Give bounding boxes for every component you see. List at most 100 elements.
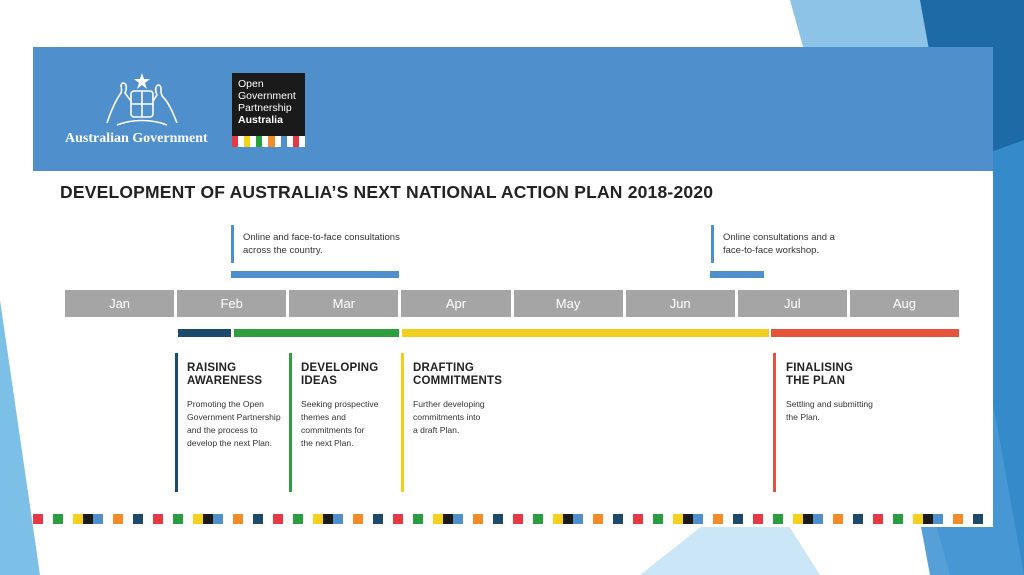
stripe-segment	[873, 514, 883, 524]
stripe-segment	[633, 514, 643, 524]
stripe-segment	[593, 514, 603, 524]
stripe-segment	[293, 514, 303, 524]
stripe-segment	[883, 514, 893, 524]
stripe-segment	[373, 514, 383, 524]
phase-bar-raising-awareness	[178, 329, 231, 337]
stripe-segment	[673, 514, 683, 524]
phase-description: Settling and submitting the Plan.	[786, 399, 873, 422]
star-icon	[134, 73, 150, 89]
stripe-segment	[313, 514, 323, 524]
stripe-segment	[413, 514, 423, 524]
stripe-segment	[763, 514, 773, 524]
stripe-segment	[853, 514, 863, 524]
stripe-segment	[563, 514, 573, 524]
stripe-segment	[453, 514, 463, 524]
stripe-segment	[713, 514, 723, 524]
stripe-segment	[213, 514, 223, 524]
stripe-segment	[353, 514, 363, 524]
stripe-segment	[183, 514, 193, 524]
consultation-period-bar	[231, 271, 399, 278]
stripe-segment	[843, 514, 853, 524]
stripe-segment	[203, 514, 213, 524]
phase-bar-drafting-commitments	[402, 329, 769, 337]
phase-bar-finalising-plan	[771, 329, 959, 337]
stripe-segment	[573, 514, 583, 524]
stripe-segment	[443, 514, 453, 524]
stripe-segment	[33, 514, 43, 524]
stripe-segment	[963, 514, 973, 524]
phase-title: DEVELOPING IDEAS	[301, 362, 379, 387]
stripe-segment	[493, 514, 503, 524]
stripe-segment	[773, 514, 783, 524]
stripe-segment	[663, 514, 673, 524]
stripe-segment	[723, 514, 733, 524]
stripe-segment	[933, 514, 943, 524]
consultation-note-marker	[711, 225, 714, 263]
stripe-segment	[298, 136, 305, 147]
stripe-segment	[913, 514, 923, 524]
coat-of-arms-icon	[106, 73, 178, 126]
stripe-segment	[53, 514, 63, 524]
stripe-segment	[603, 514, 613, 524]
stripe-segment	[523, 514, 533, 524]
stripe-segment	[223, 514, 233, 524]
month-cell: Jan	[65, 290, 175, 317]
stripe-segment	[403, 514, 413, 524]
stripe-segment	[653, 514, 663, 524]
stripe-segment	[823, 514, 833, 524]
stripe-segment	[863, 514, 873, 524]
stripe-segment	[743, 514, 753, 524]
stripe-segment	[383, 514, 393, 524]
consultation-note-marker	[231, 225, 234, 263]
stripe-segment	[123, 514, 133, 524]
month-cell: May	[513, 290, 623, 317]
month-cell: Jul	[737, 290, 847, 317]
decorative-color-stripe	[33, 514, 993, 524]
stripe-segment	[263, 514, 273, 524]
stripe-segment	[533, 514, 543, 524]
stripe-segment	[343, 514, 353, 524]
month-cell: Feb	[177, 290, 287, 317]
government-name: Australian Government	[65, 131, 208, 146]
stripe-segment	[693, 514, 703, 524]
consultation-note: Online and face-to-face consultations ac…	[243, 232, 400, 256]
stripe-segment	[233, 514, 243, 524]
stripe-segment	[623, 514, 633, 524]
stripe-segment	[833, 514, 843, 524]
stripe-segment	[193, 514, 203, 524]
stripe-segment	[243, 514, 253, 524]
month-cell: Apr	[401, 290, 511, 317]
stripe-segment	[973, 514, 983, 524]
ogp-logo-line: Partnership	[238, 102, 292, 114]
stripe-segment	[923, 514, 933, 524]
ogp-color-stripe	[232, 136, 305, 147]
stripe-segment	[903, 514, 913, 524]
stripe-segment	[543, 514, 553, 524]
ogp-logo-line: Australia	[238, 114, 283, 126]
stripe-segment	[43, 514, 53, 524]
stripe-segment	[473, 514, 483, 524]
stripe-segment	[733, 514, 743, 524]
month-cell: Jun	[625, 290, 735, 317]
stripe-segment	[323, 514, 333, 524]
stripe-segment	[753, 514, 763, 524]
ogp-logo-line: Government	[238, 90, 296, 102]
stripe-segment	[173, 514, 183, 524]
header-banner: Australian Government Open Government Pa…	[33, 47, 993, 171]
ogp-logo-line: Open	[238, 78, 264, 90]
stripe-segment	[133, 514, 143, 524]
phase-marker-developing-ideas	[289, 353, 292, 492]
stripe-segment	[163, 514, 173, 524]
stripe-segment	[63, 514, 73, 524]
stripe-segment	[423, 514, 433, 524]
stripe-segment	[253, 514, 263, 524]
stripe-segment	[283, 514, 293, 524]
stripe-segment	[953, 514, 963, 524]
stripe-segment	[73, 514, 83, 524]
stripe-segment	[153, 514, 163, 524]
consultation-period-bar	[710, 271, 764, 278]
phase-bar-developing-ideas	[234, 329, 399, 337]
stripe-segment	[793, 514, 803, 524]
stripe-segment	[613, 514, 623, 524]
consultation-note: Online consultations and a face-to-face …	[723, 232, 835, 256]
